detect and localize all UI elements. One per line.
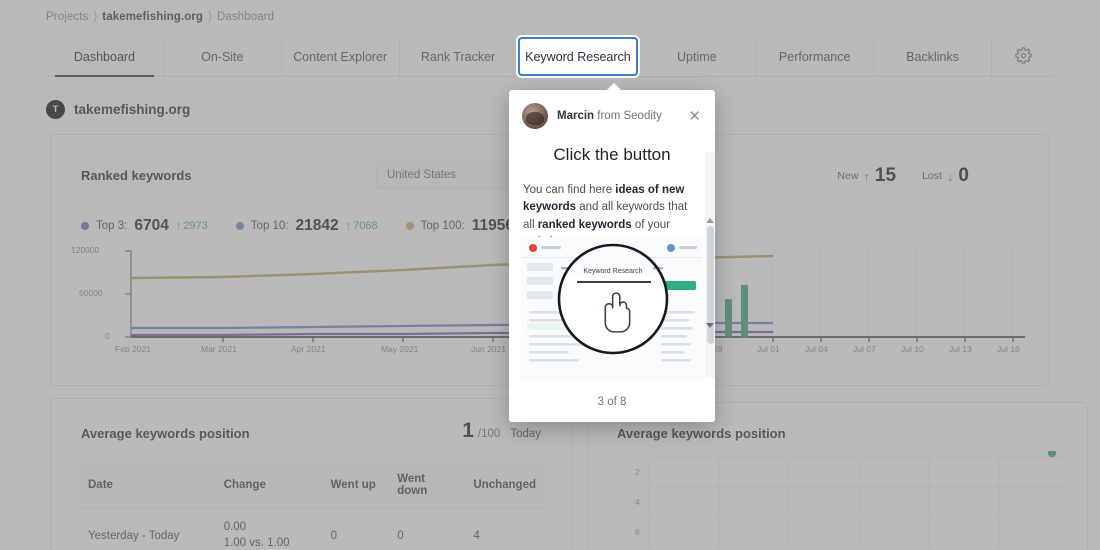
scroll-up-icon[interactable] [706, 218, 714, 223]
tooltip-progress: 3 of 8 [509, 382, 715, 422]
screen: Projects)takemefishing.org)Dashboard Das… [0, 0, 1100, 550]
tooltip-scrollbar-track[interactable] [705, 152, 715, 378]
onboarding-tooltip: Marcin from Seodity ✕ Click the button Y… [509, 90, 715, 422]
tooltip-figure-tab-label: Keyword Research [583, 268, 642, 275]
tooltip-author-name: Marcin [557, 110, 595, 122]
tooltip-figure-svg: Keyword Research [521, 237, 703, 385]
tooltip-arrow [605, 83, 623, 92]
tooltip-author-suffix: from Seodity [597, 110, 662, 122]
close-icon[interactable]: ✕ [686, 109, 703, 124]
tooltip-header: Marcin from Seodity ✕ [509, 90, 715, 129]
tab-keyword-research[interactable]: Keyword Research [517, 37, 639, 76]
tab-keyword-research-label: Keyword Research [525, 49, 631, 64]
tooltip-title: Click the button [553, 145, 671, 164]
tooltip-figure: Keyword Research [521, 237, 703, 385]
tooltip-body-part-1: You can find here [523, 184, 616, 196]
scroll-down-icon[interactable] [706, 323, 714, 328]
avatar [522, 103, 548, 129]
tooltip-author: Marcin from Seodity [557, 110, 677, 122]
tooltip-body-part-4: ranked keywords [537, 218, 632, 231]
